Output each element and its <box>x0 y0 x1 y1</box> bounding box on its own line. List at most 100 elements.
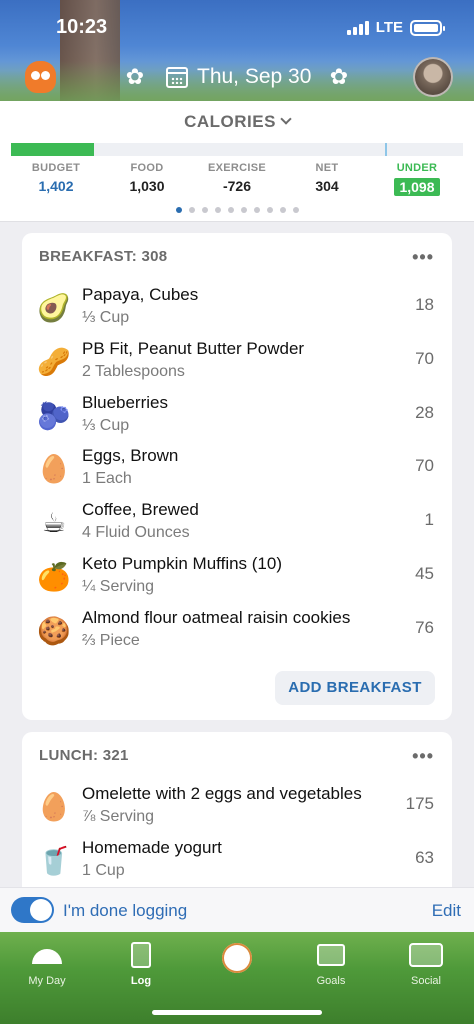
cup-icon: 🥤 <box>37 845 71 876</box>
tab-social[interactable]: Social <box>391 939 461 987</box>
goals-icon <box>317 944 345 966</box>
food-name: Keto Pumpkin Muffins (10) <box>82 554 282 573</box>
food-calories: 76 <box>415 617 434 637</box>
food-serving: ¼ Serving <box>82 578 155 595</box>
add-breakfast-button[interactable]: ADD BREAKFAST <box>275 671 435 705</box>
calories-dropdown[interactable]: CALORIES <box>0 112 474 132</box>
battery-icon <box>410 19 445 36</box>
egg-icon: 🥚 <box>37 792 71 822</box>
metric-budget: BUDGET 1,402 <box>31 162 81 194</box>
tab-goals[interactable]: Goals <box>296 939 366 987</box>
food-name: Papaya, Cubes <box>82 285 199 304</box>
food-serving: 1 Cup <box>82 861 125 879</box>
metric-net: NET 304 <box>315 162 339 194</box>
metric-under: UNDER 1,098 <box>372 162 462 197</box>
status-time: 10:23 <box>56 16 108 38</box>
tab-cat-mascot[interactable] <box>202 939 272 973</box>
food-calories: 28 <box>415 402 434 422</box>
food-serving: ⅞ Serving <box>82 808 155 825</box>
owl-logo-icon[interactable] <box>25 61 56 93</box>
food-calories: 18 <box>415 295 434 314</box>
breakfast-more-icon[interactable]: ••• <box>412 247 434 268</box>
food-row[interactable]: ☕ Coffee, Brewed 4 Fluid Ounces 1 <box>22 496 452 550</box>
food-name: Eggs, Brown <box>82 446 179 466</box>
calorie-summary: CALORIES BUDGET 1,402 FOOD 1,030 EXERCIS… <box>0 101 474 222</box>
food-serving: ⅓ Cup <box>82 309 130 326</box>
paw-next-icon[interactable]: ✿ <box>326 65 352 89</box>
date-nav: ✿ Thu, Sep 30 ✿ <box>0 56 474 98</box>
page-indicator[interactable] <box>0 207 474 213</box>
blueberry-icon: 🫐 <box>37 400 71 431</box>
food-serving: 1 Each <box>82 470 132 488</box>
metric-exercise: EXERCISE -726 <box>207 162 267 194</box>
food-name: Almond flour oatmeal raisin cookies <box>82 607 351 627</box>
calorie-metrics: BUDGET 1,402 FOOD 1,030 EXERCISE -726 NE… <box>0 162 474 200</box>
food-serving: ⅓ Cup <box>82 416 130 434</box>
under-badge: 1,098 <box>394 178 440 196</box>
calendar-icon <box>166 66 188 88</box>
jar-icon: 🥜 <box>37 346 71 377</box>
page-dot <box>227 207 234 213</box>
avatar[interactable] <box>413 57 453 97</box>
cookie-icon: 🍪 <box>37 615 71 646</box>
page-dot <box>240 207 247 213</box>
food-row[interactable]: 🥚 Omelette with 2 eggs and vegetables ⅞ Se… <box>22 780 452 834</box>
avocado-icon: 🥑 <box>37 293 71 323</box>
clipboard-icon <box>131 942 151 968</box>
food-row[interactable]: 🍪 Almond flour oatmeal raisin cookies ⅔ Pi… <box>22 604 452 658</box>
tab-bar: My Day Log Goals Social <box>0 932 474 1024</box>
lunch-more-icon[interactable]: ••• <box>412 746 434 767</box>
page-dot <box>266 207 273 213</box>
page-dot <box>279 207 286 213</box>
date-selector[interactable]: Thu, Sep 30 <box>166 62 311 92</box>
done-logging-bar: I'm done logging Edit <box>0 887 474 932</box>
calorie-progress-fill <box>11 143 94 156</box>
calorie-progress-bar <box>11 143 463 156</box>
lunch-title: LUNCH: 321 <box>39 747 129 764</box>
food-row[interactable]: 🥚 Eggs, Brown 1 Each 70 <box>22 442 452 496</box>
breakfast-title: BREAKFAST: 308 <box>39 248 168 265</box>
food-calories: 70 <box>415 456 434 476</box>
status-bar: 10:23 LTE <box>0 0 474 56</box>
budget-marker <box>385 143 387 156</box>
network-label: LTE <box>375 19 403 36</box>
page-dot <box>188 207 195 213</box>
food-name: Blueberries <box>82 392 168 412</box>
food-name: Homemade yogurt <box>82 837 222 857</box>
food-name: Coffee, Brewed <box>82 500 199 520</box>
food-name: PB Fit, Peanut Butter Powder <box>82 338 305 358</box>
food-calories: 1 <box>424 510 434 530</box>
food-row[interactable]: 🥤 Homemade yogurt 1 Cup 63 <box>22 834 452 888</box>
app-header: 10:23 LTE ✿ Thu, Sep 30 ✿ <box>0 0 474 101</box>
food-calories: 175 <box>405 794 434 813</box>
cat-icon <box>222 943 252 973</box>
page-dot <box>201 207 208 213</box>
food-row[interactable]: 🥑 Papaya, Cubes ⅓ Cup 18 <box>22 281 452 335</box>
food-calories: 63 <box>415 847 434 867</box>
signal-icon <box>346 20 369 35</box>
paw-prev-icon[interactable]: ✿ <box>122 65 148 89</box>
food-row[interactable]: 🫐 Blueberries ⅓ Cup 28 <box>22 389 452 443</box>
egg-icon: 🥚 <box>37 454 71 485</box>
tab-log[interactable]: Log <box>106 939 176 987</box>
food-calories: 45 <box>415 564 434 583</box>
sunrise-icon <box>32 949 62 964</box>
food-row[interactable]: 🥜 PB Fit, Peanut Butter Powder 2 Tablespoo… <box>22 335 452 389</box>
chevron-down-icon <box>280 113 292 125</box>
breakfast-card: BREAKFAST: 308 ••• 🥑 Papaya, Cubes ⅓ Cup 18… <box>22 233 452 720</box>
food-serving: 2 Tablespoons <box>82 362 185 380</box>
food-row[interactable]: 🍊 Keto Pumpkin Muffins (10) ¼ Serving 45 <box>22 550 452 604</box>
social-icon <box>409 943 443 967</box>
tab-my-day[interactable]: My Day <box>12 939 82 987</box>
home-indicator[interactable] <box>152 1010 322 1015</box>
done-logging-toggle[interactable] <box>11 897 54 923</box>
food-calories: 70 <box>415 348 434 368</box>
page-dot <box>253 207 260 213</box>
food-name: Omelette with 2 eggs and vegetables <box>82 784 362 803</box>
done-logging-label: I'm done logging <box>63 901 188 920</box>
page-dot <box>214 207 221 213</box>
orange-icon: 🍊 <box>37 562 71 592</box>
edit-link[interactable]: Edit <box>432 901 461 921</box>
food-serving: 4 Fluid Ounces <box>82 524 190 542</box>
current-date: Thu, Sep 30 <box>197 65 312 88</box>
